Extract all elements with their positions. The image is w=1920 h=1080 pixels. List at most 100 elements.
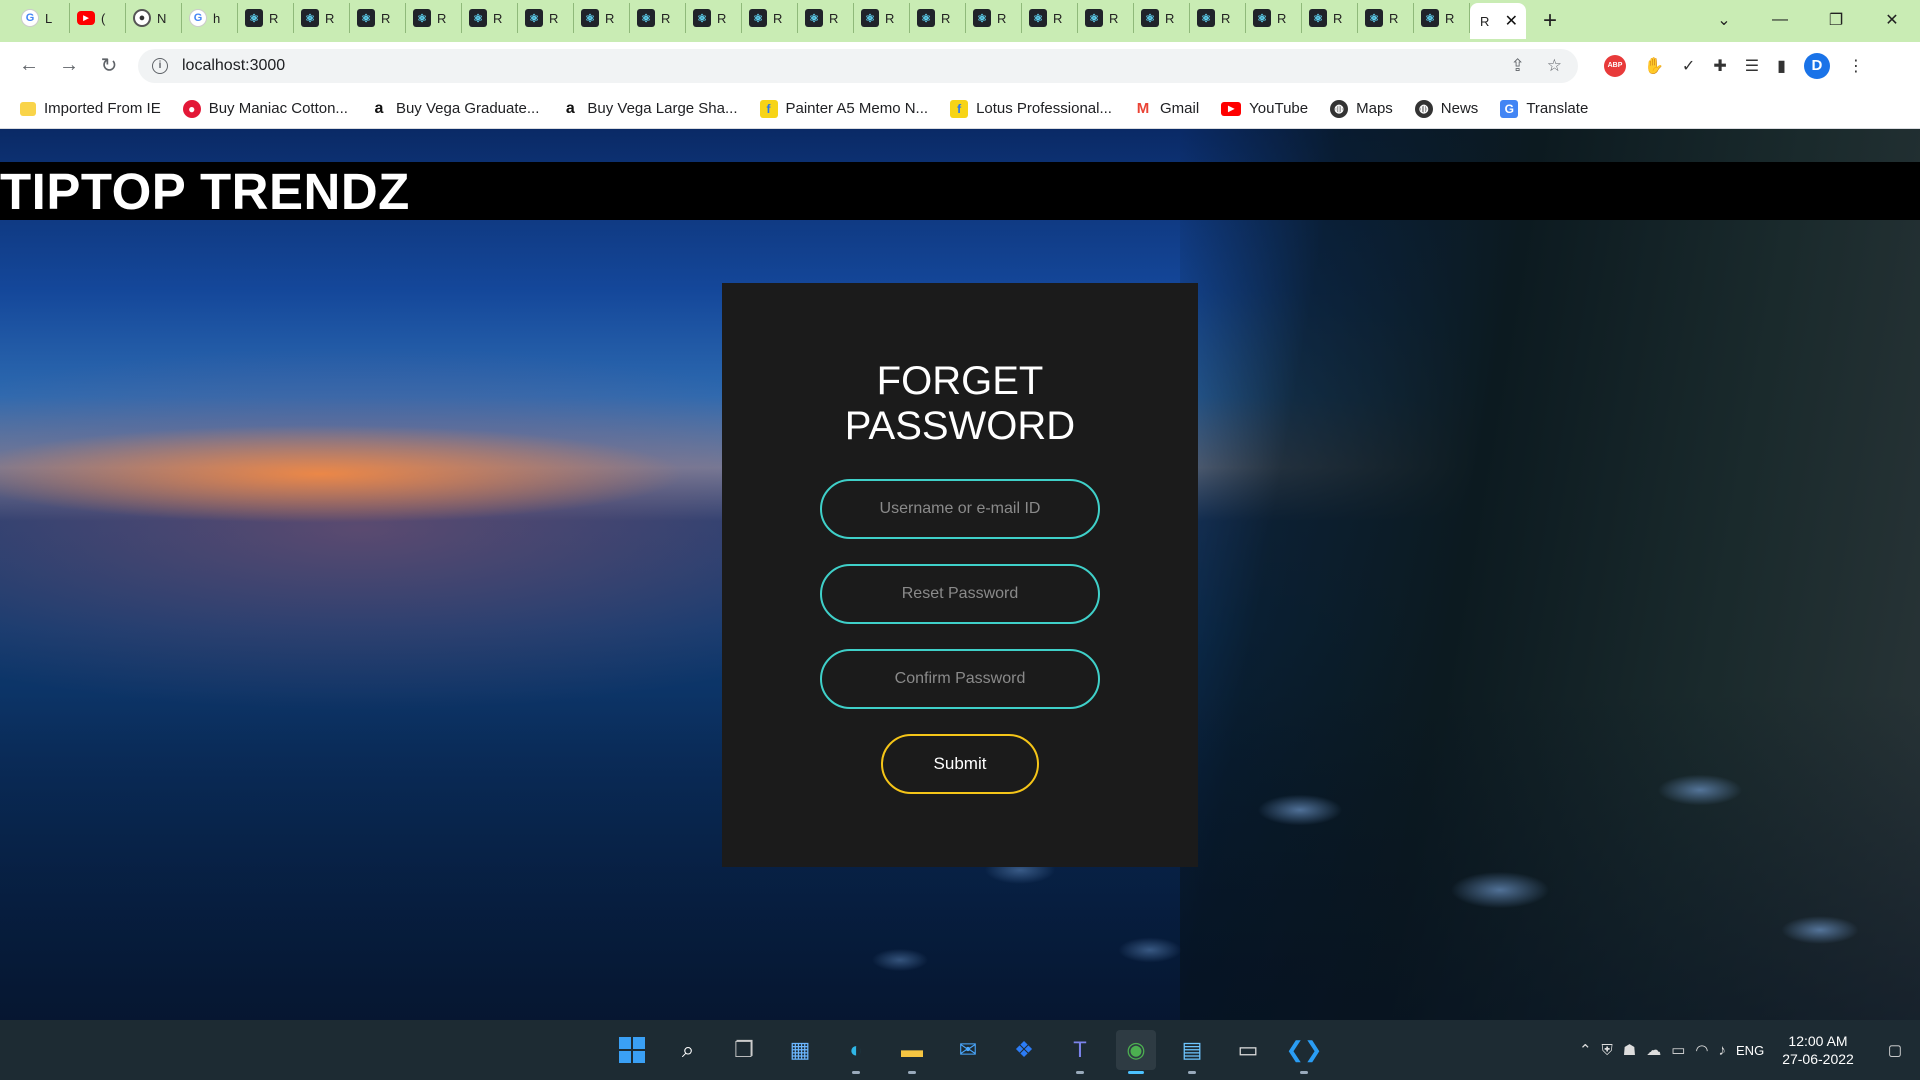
browser-tab[interactable]: ⚛ R [238, 3, 294, 33]
edge-icon[interactable]: ◐ [836, 1030, 876, 1074]
browser-tab[interactable]: ⚛ R [350, 3, 406, 33]
bookmark-maps[interactable]: ◍ Maps [1330, 99, 1393, 118]
reading-list-icon[interactable]: ☰ [1745, 56, 1759, 76]
restore-icon[interactable]: ❐ [1808, 10, 1864, 30]
browser-tab[interactable]: GL [14, 3, 70, 33]
bookmark-lotus[interactable]: f Lotus Professional... [950, 99, 1112, 118]
search-icon[interactable]: ⌕ [668, 1030, 708, 1070]
browser-tab[interactable]: ⚛ R [1022, 3, 1078, 33]
browser-tab[interactable]: ⚛ R [798, 3, 854, 33]
browser-tab[interactable]: ⚛ R [1414, 3, 1470, 33]
profile-avatar[interactable]: D [1803, 52, 1830, 79]
site-header: TIPTOP TRENDZ [0, 162, 1920, 220]
react-icon: ⚛ [581, 9, 599, 27]
back-arrow-icon[interactable]: ← [12, 49, 46, 83]
browser-tab[interactable]: ⚛ R [462, 3, 518, 33]
browser-tab[interactable]: ⚛ R [686, 3, 742, 33]
site-info-icon[interactable]: i [152, 57, 168, 74]
teams-tray-icon[interactable]: ☗ [1623, 1041, 1636, 1059]
notification-icon[interactable]: ▢ [1888, 1041, 1902, 1059]
react-icon: ⚛ [1365, 9, 1383, 27]
security-shield-icon[interactable]: ⛨ [1602, 1042, 1613, 1059]
address-bar[interactable]: i localhost:3000 ⇪ ☆ [138, 48, 1578, 83]
address-bar-url[interactable]: localhost:3000 [182, 57, 285, 75]
browser-tab[interactable]: ▶( [70, 3, 126, 33]
browser-tab[interactable]: ⚛ R [1302, 3, 1358, 33]
adblock-plus-icon[interactable]: ABP [1604, 54, 1626, 77]
browser-tab[interactable]: ⚛ R [966, 3, 1022, 33]
vscode-icon[interactable]: ❮❯ [1284, 1030, 1324, 1074]
language-indicator[interactable]: ENG [1736, 1043, 1764, 1058]
bookmark-maniac[interactable]: ● Buy Maniac Cotton... [182, 99, 348, 118]
bookmark-translate[interactable]: G Translate [1500, 99, 1588, 118]
tab-search-icon[interactable]: ⌄ [1696, 10, 1752, 30]
wifi-icon[interactable]: ◠ [1695, 1041, 1708, 1059]
bookmark-vega-graduate[interactable]: a Buy Vega Graduate... [370, 100, 539, 118]
google-icon: G [189, 9, 207, 27]
browser-tab[interactable]: ⚛ R [518, 3, 574, 33]
flipkart-icon: f [759, 99, 778, 118]
browser-tab[interactable]: ⚛ R [294, 3, 350, 33]
chrome-icon[interactable]: ◉ [1116, 1030, 1156, 1074]
bookmark-label: News [1440, 100, 1479, 117]
bookmark-gmail[interactable]: M Gmail [1134, 100, 1199, 118]
minimize-icon[interactable]: — [1752, 11, 1808, 29]
close-window-icon[interactable]: ✕ [1864, 10, 1920, 30]
react-icon: ⚛ [861, 9, 879, 27]
react-icon: ⚛ [413, 9, 431, 27]
browser-tab[interactable]: Gh [182, 3, 238, 33]
submit-button[interactable]: Submit [881, 734, 1039, 794]
bookmark-star-icon[interactable]: ☆ [1547, 56, 1562, 76]
notepad-icon[interactable]: ▤ [1172, 1030, 1212, 1074]
teams-icon[interactable]: T [1060, 1030, 1100, 1074]
clock[interactable]: 12:00 AM 27-06-2022 [1782, 1032, 1854, 1068]
browser-tab[interactable]: ⚛ R [742, 3, 798, 33]
tab-label: R [325, 10, 335, 26]
store-icon: ● [182, 99, 201, 118]
file-explorer-icon[interactable]: ▬ [892, 1030, 932, 1074]
onedrive-cloud-icon[interactable]: ☁ [1646, 1041, 1661, 1059]
browser-tab[interactable]: ⚛ R [406, 3, 462, 33]
tab-label: R [941, 10, 951, 26]
forward-arrow-icon[interactable]: → [52, 49, 86, 83]
puzzle-extensions-icon[interactable]: ✚ [1713, 56, 1726, 76]
kebab-menu-icon[interactable]: ⋮ [1848, 56, 1864, 76]
browser-tab[interactable]: ⚛ R [1078, 3, 1134, 33]
reset-password-input[interactable] [820, 564, 1100, 624]
bookmark-youtube[interactable]: ▶ YouTube [1221, 100, 1308, 117]
bookmark-news[interactable]: ◍ News [1414, 99, 1479, 118]
side-panel-icon[interactable]: ▮ [1777, 56, 1786, 76]
new-tab-button[interactable]: + [1530, 3, 1570, 39]
hand-icon[interactable]: ✋ [1644, 56, 1664, 76]
bookmark-imported-from-ie[interactable]: Imported From IE [20, 100, 161, 117]
volume-icon[interactable]: ♪ [1719, 1042, 1727, 1059]
browser-tab[interactable]: ⚛ R [630, 3, 686, 33]
browser-tab[interactable]: ⚛ R [1190, 3, 1246, 33]
bookmark-vega-large[interactable]: a Buy Vega Large Sha... [561, 100, 738, 118]
browser-tab[interactable]: ⚛ R [574, 3, 630, 33]
bookmark-painter-a5[interactable]: f Painter A5 Memo N... [759, 99, 929, 118]
battery-icon[interactable]: ▭ [1671, 1041, 1685, 1059]
browser-tab[interactable]: ⚛ R [1246, 3, 1302, 33]
confirm-password-input[interactable] [820, 649, 1100, 709]
close-tab-icon[interactable]: ✕ [1505, 11, 1518, 31]
share-icon[interactable]: ⇪ [1511, 56, 1525, 76]
active-browser-tab[interactable]: R ✕ [1470, 3, 1526, 39]
terminal-icon[interactable]: ▭ [1228, 1030, 1268, 1070]
checkmark-icon[interactable]: ✓ [1682, 56, 1695, 76]
browser-tab[interactable]: ● N [126, 3, 182, 33]
browser-tab[interactable]: ⚛ R [910, 3, 966, 33]
show-hidden-icons-icon[interactable]: ⌃ [1579, 1041, 1592, 1059]
dropbox-icon[interactable]: ❖ [1004, 1030, 1044, 1070]
start-button[interactable] [612, 1030, 652, 1070]
browser-tab[interactable]: ⚛ R [1358, 3, 1414, 33]
reload-icon[interactable]: ↻ [92, 49, 126, 83]
task-view-icon[interactable]: ❐ [724, 1030, 764, 1070]
bookmark-label: Painter A5 Memo N... [785, 100, 929, 117]
browser-tab[interactable]: ⚛ R [854, 3, 910, 33]
browser-tab[interactable]: ⚛ R [1134, 3, 1190, 33]
react-icon: ⚛ [525, 9, 543, 27]
widgets-icon[interactable]: ▦ [780, 1030, 820, 1070]
mail-icon[interactable]: ✉ [948, 1030, 988, 1070]
username-email-input[interactable] [820, 479, 1100, 539]
